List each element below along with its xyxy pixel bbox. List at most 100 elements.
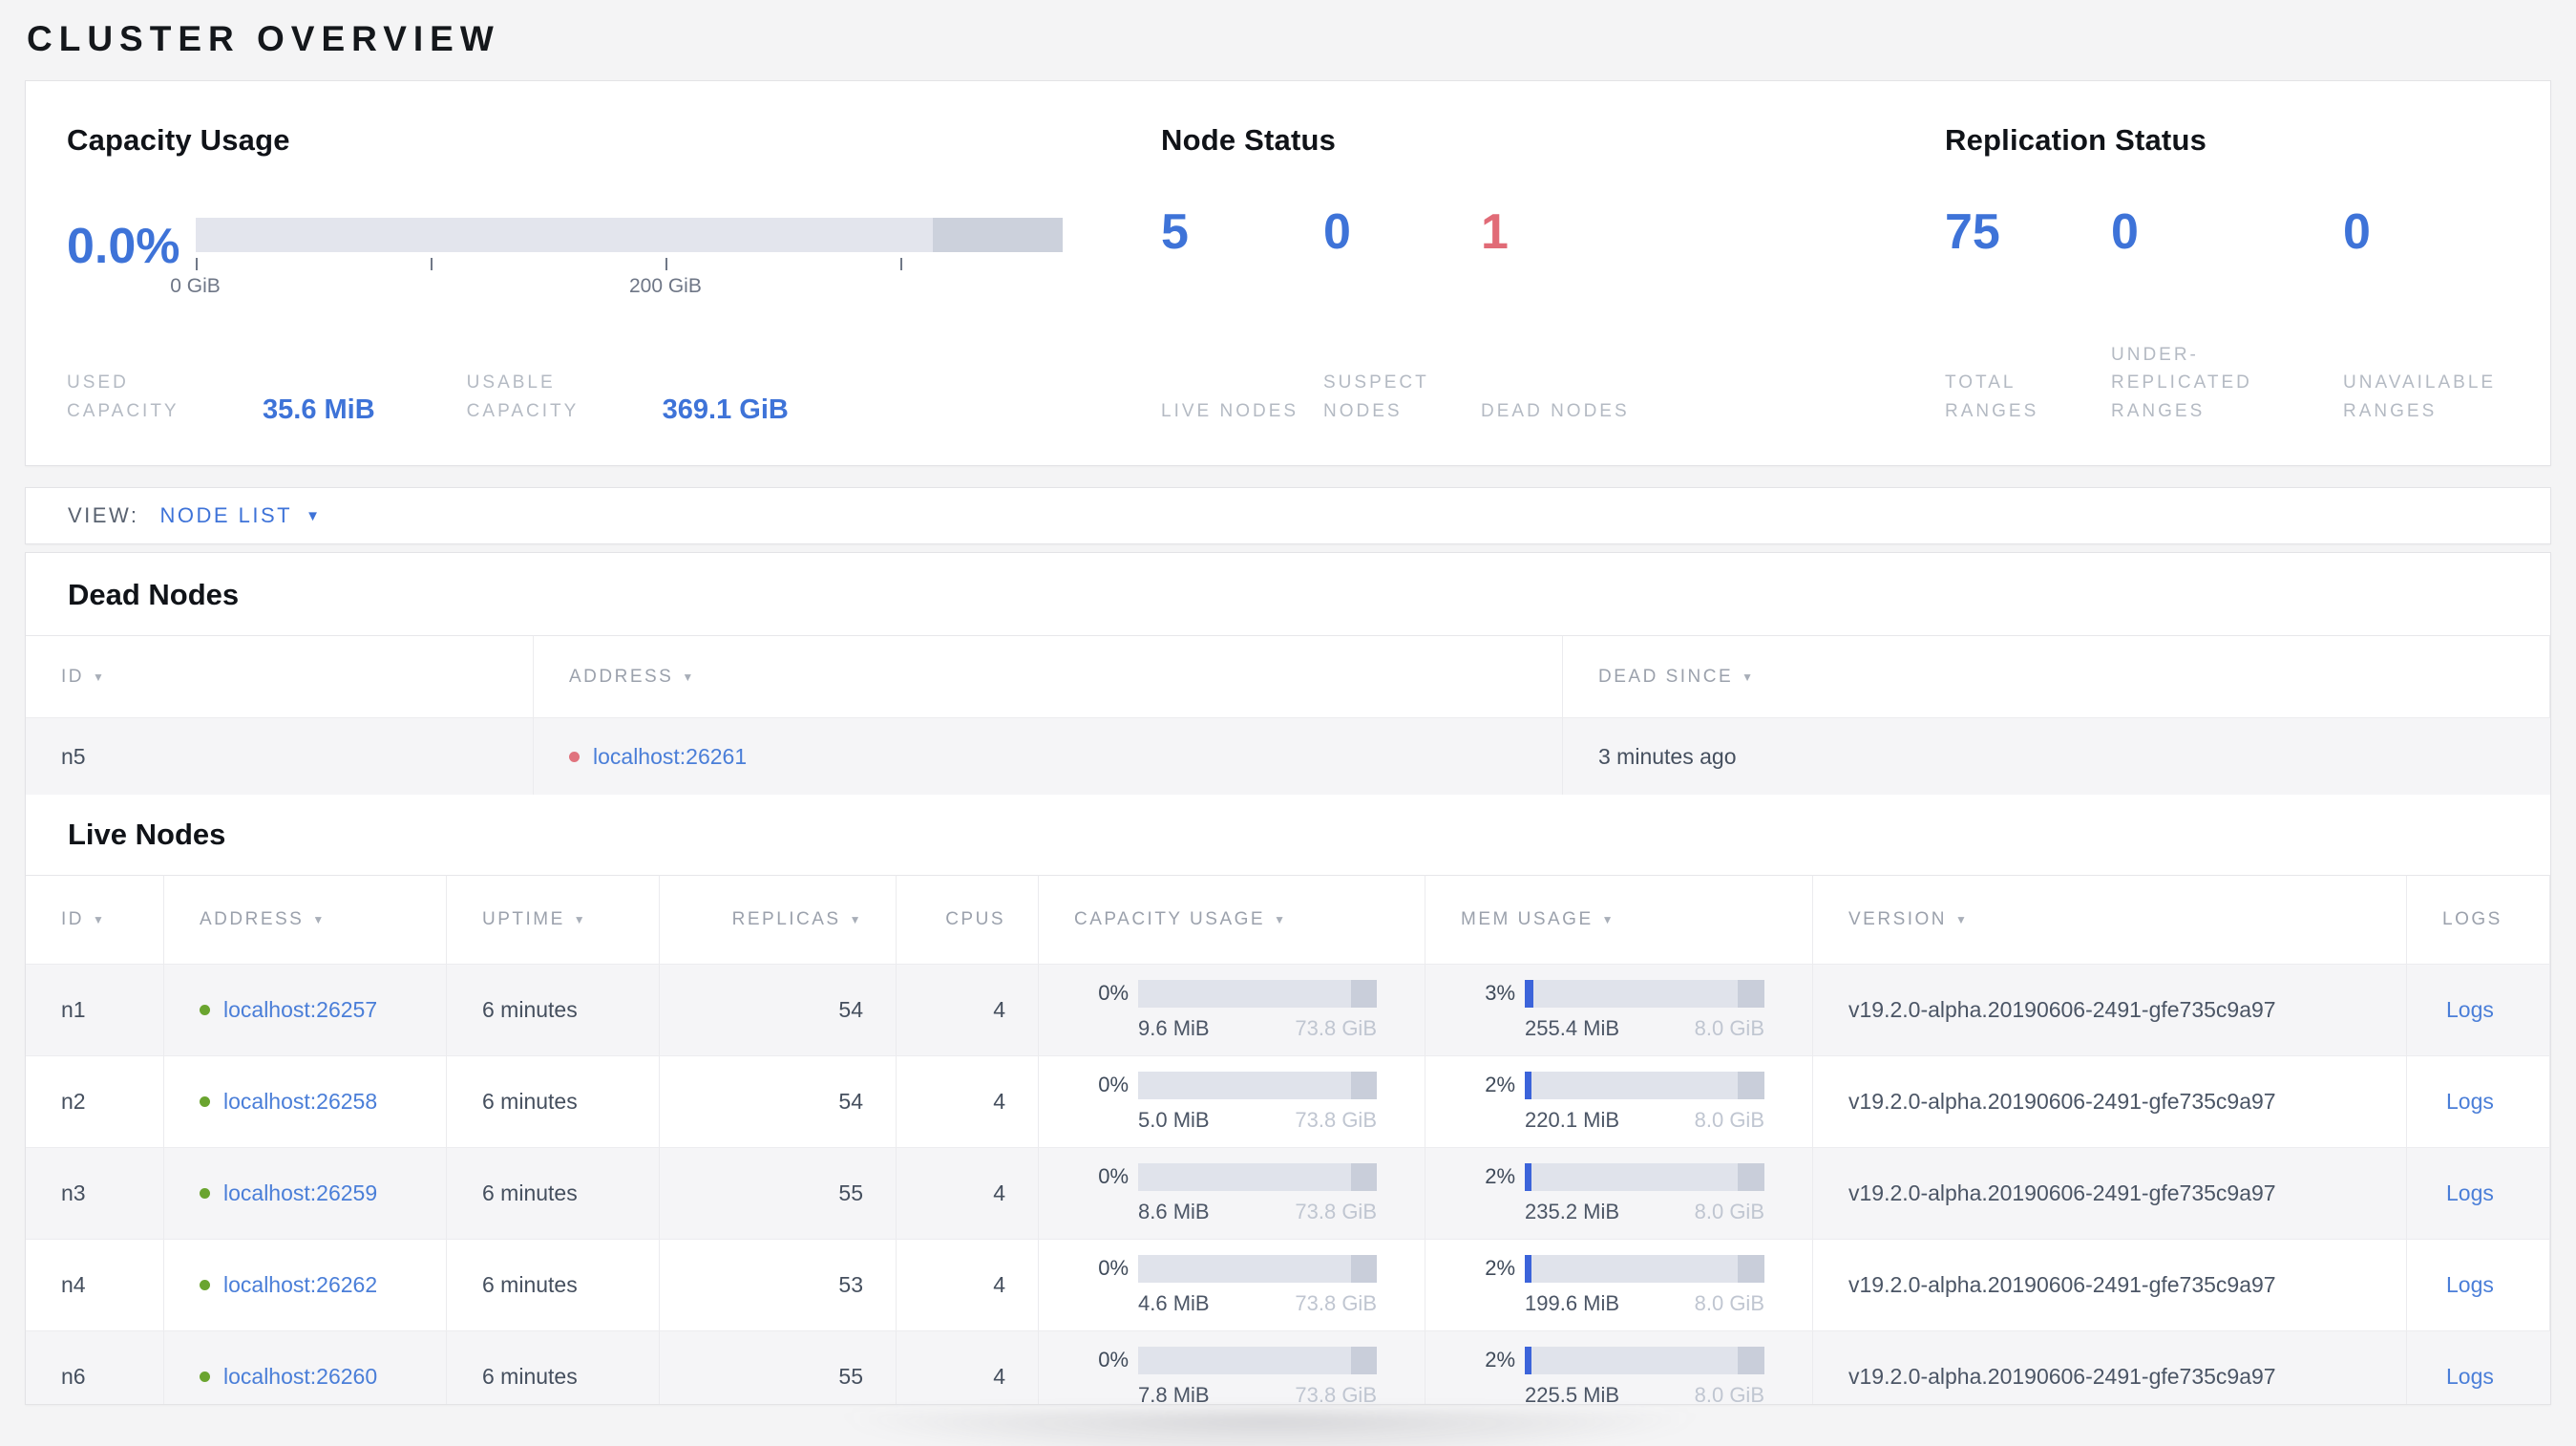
uptime-cell: 6 minutes	[447, 1147, 660, 1239]
live-col-capacity-usage[interactable]: CAPACITY USAGE ▼	[1039, 875, 1425, 964]
live-col-mem-usage[interactable]: MEM USAGE ▼	[1425, 875, 1813, 964]
capacity-usage-cell: 0% 9.6 MiB 73.8 GiB	[1039, 964, 1425, 1055]
live-col-replicas[interactable]: REPLICAS ▼	[660, 875, 897, 964]
logs-cell: Logs	[2407, 1239, 2550, 1330]
capacity-stat: USABLE CAPACITY 369.1 GiB	[467, 369, 789, 425]
usage-total-value: 8.0 GiB	[1694, 1107, 1764, 1132]
usage-used-value: 4.6 MiB	[1138, 1290, 1210, 1315]
capacity-gauge-reserved	[932, 218, 1063, 252]
usage-bar-reserved	[1738, 1162, 1764, 1191]
live-col-replicas-label: REPLICAS	[731, 909, 841, 929]
node-status-labels: LIVE NODES SUSPECT NODES DEAD NODES	[1161, 369, 1904, 425]
capacity-usage-panel: Capacity Usage 0.0% 0 GiB 200 GiB USED CA…	[26, 81, 1120, 465]
usage-used-value: 9.6 MiB	[1138, 1015, 1210, 1040]
cpus-cell: 4	[897, 1239, 1039, 1330]
usage-bar-used	[1525, 1254, 1532, 1283]
usage-used-value: 7.8 MiB	[1138, 1382, 1210, 1405]
usage-bar-reserved	[1738, 1254, 1764, 1283]
mem-usage-cell: 3% 255.4 MiB 8.0 GiB	[1425, 964, 1813, 1055]
live-col-address[interactable]: ADDRESS ▼	[164, 875, 447, 964]
live-col-uptime[interactable]: UPTIME ▼	[447, 875, 660, 964]
sort-arrow-icon: ▼	[1955, 913, 1970, 926]
capacity-usage-cell: 0% 7.8 MiB 73.8 GiB	[1039, 1330, 1425, 1405]
live-col-mem-usage-label: MEM USAGE	[1461, 909, 1594, 929]
node-status-stat-value: 0	[1323, 204, 1351, 260]
capacity-gauge-bar: 0 GiB 200 GiB	[170, 218, 1063, 297]
live-col-logs-label: LOGS	[2442, 909, 2502, 929]
usage-total-value: 73.8 GiB	[1295, 1199, 1377, 1223]
dead-col-address[interactable]: ADDRESS ▼	[534, 635, 1563, 717]
summary-card: Capacity Usage 0.0% 0 GiB 200 GiB USED CA…	[25, 80, 2551, 466]
usage-bar-reserved	[1738, 1071, 1764, 1099]
view-dropdown-value[interactable]: NODE LIST	[159, 503, 292, 528]
node-id-cell: n2	[26, 1055, 164, 1147]
usage-total-value: 8.0 GiB	[1694, 1382, 1764, 1405]
node-address-link[interactable]: localhost:26257	[223, 997, 377, 1023]
usage-bar-reserved	[1350, 1254, 1377, 1283]
usage-bar-row: 0%	[1073, 1071, 1377, 1099]
version-cell: v19.2.0-alpha.20190606-2491-gfe735c9a97	[1813, 1147, 2407, 1239]
capacity-stat: USED CAPACITY 35.6 MiB	[67, 369, 375, 425]
usage-values-row: 7.8 MiB 73.8 GiB	[1138, 1382, 1377, 1405]
node-address-link[interactable]: localhost:26262	[223, 1272, 377, 1298]
usage-values-row: 199.6 MiB 8.0 GiB	[1525, 1291, 1764, 1316]
version-cell: v19.2.0-alpha.20190606-2491-gfe735c9a97	[1813, 1330, 2407, 1404]
sort-arrow-icon: ▼	[682, 670, 696, 684]
node-address-link[interactable]: localhost:26258	[223, 1089, 377, 1115]
view-dropdown[interactable]: NODE LIST ▼	[159, 503, 320, 528]
usage-used-value: 255.4 MiB	[1525, 1015, 1620, 1040]
capacity-usage-title: Capacity Usage	[67, 123, 290, 157]
usage-percent: 0%	[1098, 1348, 1129, 1372]
capacity-stat-label: USED CAPACITY	[67, 372, 179, 421]
dead-col-id[interactable]: ID ▼	[26, 635, 534, 717]
sort-arrow-icon: ▼	[573, 913, 588, 926]
uptime-cell: 6 minutes	[447, 1330, 660, 1404]
live-col-cpus: CPUS	[897, 875, 1039, 964]
capacity-stats: USED CAPACITY 35.6 MiB USABLE CAPACITY 369.…	[67, 369, 1063, 425]
node-id-cell: n3	[26, 1147, 164, 1239]
replication-stat-label: UNDER-REPLICATED RANGES	[2111, 344, 2252, 421]
usage-used-value: 8.6 MiB	[1138, 1199, 1210, 1223]
capacity-usage-cell: 0% 4.6 MiB 73.8 GiB	[1039, 1239, 1425, 1330]
usage-bar-track	[1525, 1254, 1764, 1283]
usage-bar-used	[1525, 1346, 1532, 1374]
live-nodes-table: ID ▼ ADDRESS ▼ UPTIME ▼ REPLICAS ▼ CPUS CAPACITY …	[26, 875, 2550, 1405]
dead-node-dot	[569, 751, 580, 762]
logs-cell: Logs	[2407, 964, 2550, 1055]
mem-usage-cell: 2% 235.2 MiB 8.0 GiB	[1425, 1147, 1813, 1239]
usage-percent: 0%	[1098, 981, 1129, 1005]
logs-link[interactable]: Logs	[2446, 1180, 2494, 1206]
logs-link[interactable]: Logs	[2446, 997, 2494, 1023]
dead-col-id-label: ID	[61, 666, 84, 687]
capacity-stat-value: 35.6 MiB	[263, 394, 375, 425]
live-col-version[interactable]: VERSION ▼	[1813, 875, 2407, 964]
logs-link[interactable]: Logs	[2446, 1364, 2494, 1390]
live-col-id[interactable]: ID ▼	[26, 875, 164, 964]
node-id-cell: n4	[26, 1239, 164, 1330]
node-address-link[interactable]: localhost:26259	[223, 1180, 377, 1206]
usage-total-value: 73.8 GiB	[1295, 1015, 1377, 1040]
usage-bar-track	[1525, 1071, 1764, 1099]
logs-link[interactable]: Logs	[2446, 1089, 2494, 1115]
usage-used-value: 220.1 MiB	[1525, 1107, 1620, 1132]
dead-nodes-heading: Dead Nodes	[68, 578, 240, 611]
dead-col-dead-since[interactable]: DEAD SINCE ▼	[1563, 635, 2550, 717]
node-address-link[interactable]: localhost:26261	[593, 744, 747, 770]
sort-arrow-icon: ▼	[93, 670, 107, 684]
live-col-uptime-label: UPTIME	[482, 909, 565, 929]
usage-values-row: 5.0 MiB 73.8 GiB	[1138, 1108, 1377, 1133]
logs-cell: Logs	[2407, 1147, 2550, 1239]
node-status-values: 5 0 1	[1161, 207, 1904, 257]
logs-link[interactable]: Logs	[2446, 1272, 2494, 1298]
usage-values-row: 9.6 MiB 73.8 GiB	[1138, 1016, 1377, 1041]
usage-percent: 0%	[1098, 1073, 1129, 1096]
node-address-link[interactable]: localhost:26260	[223, 1364, 377, 1390]
usage-values-row: 235.2 MiB 8.0 GiB	[1525, 1200, 1764, 1224]
usage-percent: 3%	[1485, 981, 1515, 1005]
node-status-stat-label: LIVE NODES	[1161, 400, 1299, 421]
capacity-stat-label: USABLE CAPACITY	[466, 372, 580, 421]
cpus-cell: 4	[897, 964, 1039, 1055]
capacity-gauge: 0.0% 0 GiB 200 GiB	[67, 207, 1063, 297]
address-cell: localhost:26259	[164, 1147, 447, 1239]
usage-bar-reserved	[1738, 979, 1764, 1008]
